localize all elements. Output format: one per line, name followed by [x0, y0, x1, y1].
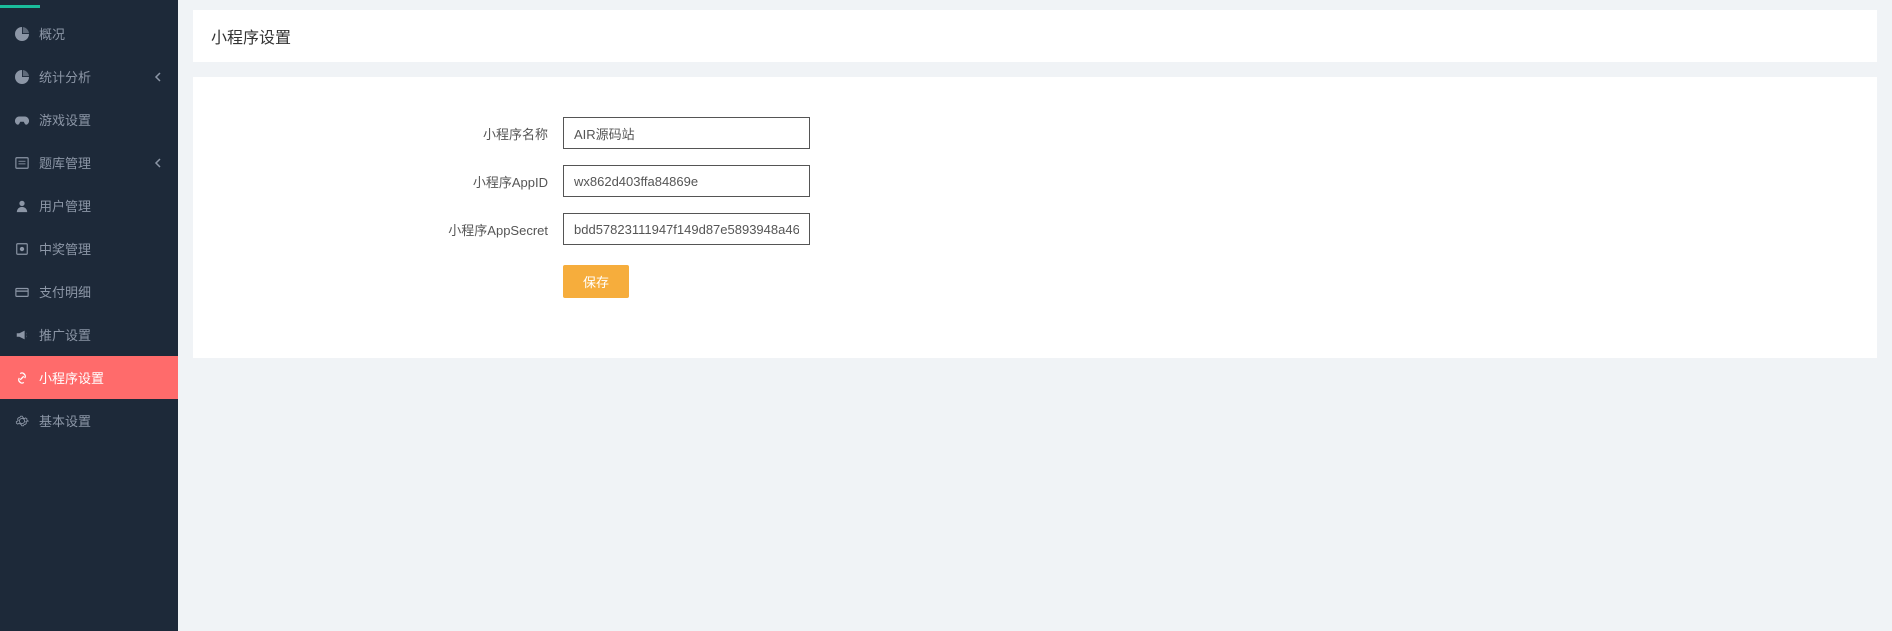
- pie-chart-icon: [15, 27, 29, 41]
- sidebar-item-user-management[interactable]: 用户管理: [0, 184, 178, 227]
- sidebar-item-label: 游戏设置: [39, 110, 163, 129]
- page-header: 小程序设置: [193, 10, 1877, 62]
- user-icon: [15, 199, 29, 213]
- sidebar-item-miniprogram-settings[interactable]: 小程序设置: [0, 356, 178, 399]
- form-row-name: 小程序名称: [213, 117, 1857, 149]
- form-row-secret: 小程序AppSecret: [213, 213, 1857, 245]
- list-icon: [15, 156, 29, 170]
- form-row-appid: 小程序AppID: [213, 165, 1857, 197]
- sidebar-item-question-bank[interactable]: 题库管理: [0, 141, 178, 184]
- main-content: 小程序设置 小程序名称 小程序AppID 小程序AppSecret 保存: [178, 0, 1892, 631]
- link-icon: [15, 371, 29, 385]
- form-actions: 保存: [213, 265, 1857, 298]
- sidebar-item-statistics[interactable]: 统计分析: [0, 55, 178, 98]
- sidebar-item-promotion-settings[interactable]: 推广设置: [0, 313, 178, 356]
- sidebar-item-label: 中奖管理: [39, 239, 163, 258]
- pie-chart-icon: [15, 70, 29, 84]
- sidebar-item-label: 统计分析: [39, 67, 153, 86]
- sidebar-item-label: 用户管理: [39, 196, 163, 215]
- page-title: 小程序设置: [211, 24, 1859, 48]
- card-icon: [15, 285, 29, 299]
- save-button[interactable]: 保存: [563, 265, 629, 298]
- chevron-left-icon: [153, 158, 163, 168]
- name-input[interactable]: [563, 117, 810, 149]
- gear-icon: [15, 414, 29, 428]
- name-label: 小程序名称: [213, 124, 563, 143]
- sidebar-item-basic-settings[interactable]: 基本设置: [0, 399, 178, 442]
- sidebar-item-label: 推广设置: [39, 325, 163, 344]
- sidebar-item-label: 小程序设置: [39, 368, 163, 387]
- sidebar-item-payment-details[interactable]: 支付明细: [0, 270, 178, 313]
- chevron-left-icon: [153, 72, 163, 82]
- form-panel: 小程序名称 小程序AppID 小程序AppSecret 保存: [193, 77, 1877, 358]
- sidebar-item-prize-management[interactable]: 中奖管理: [0, 227, 178, 270]
- sidebar-item-game-settings[interactable]: 游戏设置: [0, 98, 178, 141]
- sidebar: 概况 统计分析 游戏设置 题库管理: [0, 0, 178, 631]
- appid-label: 小程序AppID: [213, 172, 563, 191]
- sidebar-item-label: 题库管理: [39, 153, 153, 172]
- sidebar-item-overview[interactable]: 概况: [0, 12, 178, 55]
- brand-indicator: [0, 5, 40, 8]
- gamepad-icon: [15, 113, 29, 127]
- sidebar-item-label: 基本设置: [39, 411, 163, 430]
- secret-input[interactable]: [563, 213, 810, 245]
- megaphone-icon: [15, 328, 29, 342]
- sidebar-item-label: 支付明细: [39, 282, 163, 301]
- secret-label: 小程序AppSecret: [213, 220, 563, 239]
- badge-icon: [15, 242, 29, 256]
- sidebar-item-label: 概况: [39, 24, 163, 43]
- appid-input[interactable]: [563, 165, 810, 197]
